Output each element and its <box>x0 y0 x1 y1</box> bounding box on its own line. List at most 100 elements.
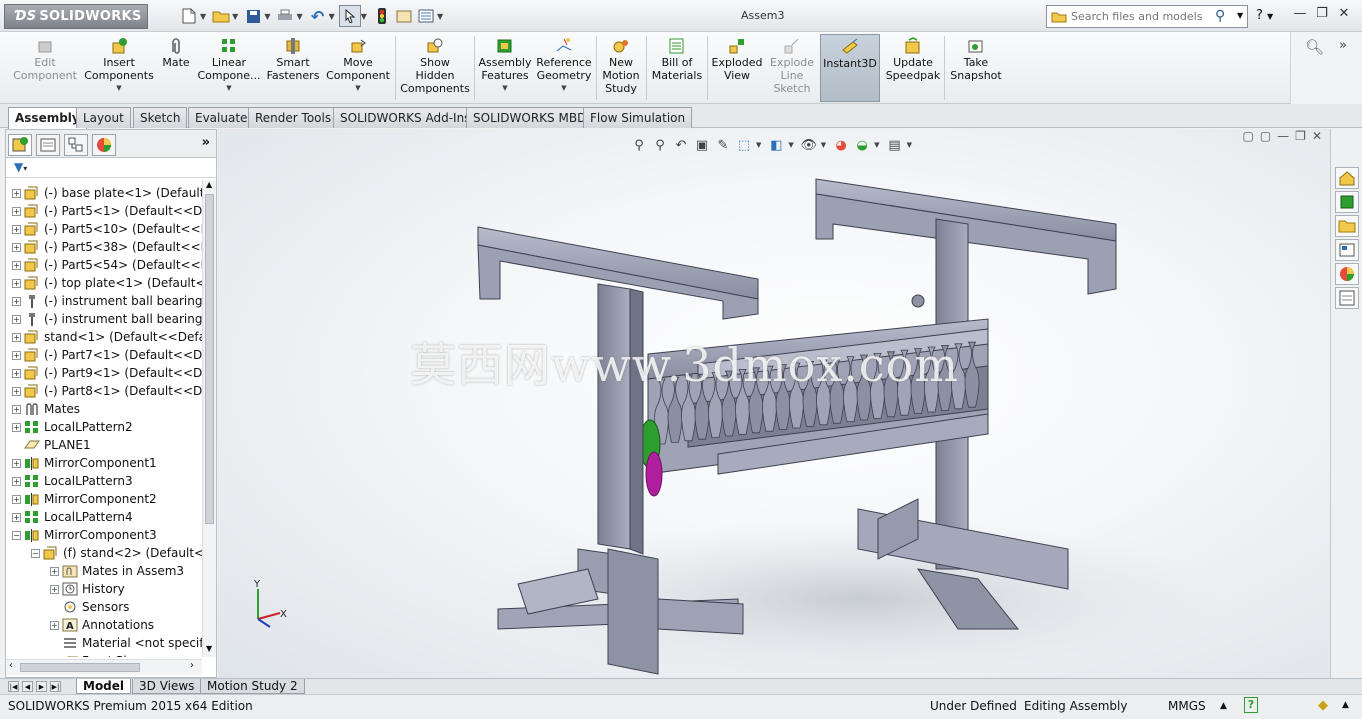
tree-item[interactable]: + MirrorComponent1 <box>12 454 157 472</box>
expand-toggle-icon[interactable]: + <box>12 386 21 396</box>
expand-toggle-icon[interactable]: + <box>50 620 59 630</box>
tree-item[interactable]: + LocalLPattern3 <box>12 472 133 490</box>
insert-components-button[interactable]: Insert Components ▼ <box>82 34 156 102</box>
search-icon[interactable]: ⚲ <box>1215 8 1225 24</box>
solidworks-logo[interactable]: ƊS SOLIDWORKS <box>4 4 148 29</box>
feature-tree-horizontal-scrollbar[interactable]: ‹ › <box>6 659 202 675</box>
exploded-view-button[interactable]: Exploded View <box>709 34 765 102</box>
expand-toggle-icon[interactable]: + <box>12 296 21 306</box>
configuration-manager-tab[interactable] <box>64 134 88 156</box>
search-box[interactable]: ⚲ ▼ <box>1046 5 1248 28</box>
update-speedpak-button[interactable]: Update Speedpak <box>884 34 942 102</box>
tree-item[interactable]: + stand<1> (Default<<Default <box>12 328 202 346</box>
tree-item[interactable]: Front Plane <box>50 652 149 657</box>
tab-evaluate[interactable]: Evaluate <box>188 107 255 128</box>
expand-toggle-icon[interactable]: + <box>12 422 21 432</box>
scroll-up-icon[interactable]: ▲ <box>206 180 212 189</box>
assembly-features-button[interactable]: Assembly Features ▼ <box>476 34 534 102</box>
tab-render-tools[interactable]: Render Tools <box>248 107 339 128</box>
expand-toggle-icon[interactable]: + <box>12 350 21 360</box>
custom-properties-icon[interactable] <box>1335 287 1359 309</box>
minimize-window-icon[interactable]: — <box>1290 6 1310 26</box>
options-icon[interactable] <box>415 5 437 27</box>
tab-layout[interactable]: Layout <box>76 107 131 128</box>
design-library-icon[interactable] <box>1335 191 1359 213</box>
graphics-area[interactable]: ⚲ ⚲ ↶ ▣ ✎ ⬚ ▼ ◧ ▼ 👁︎ ▼ ◕ ◒ ▼ ▤ ▼ ▢ ▢ — ❐ ✕ <box>218 129 1330 678</box>
expand-toggle-icon[interactable]: + <box>12 368 21 378</box>
scroll-right-icon[interactable]: › <box>190 660 194 671</box>
units-dropdown-icon[interactable]: ▲ <box>1220 701 1227 711</box>
scroll-thumb[interactable] <box>20 663 140 672</box>
display-manager-tab[interactable] <box>92 134 116 156</box>
show-hidden-components-button[interactable]: Show Hidden Components <box>398 34 472 102</box>
open-folder-icon[interactable] <box>210 5 232 27</box>
expand-panel-icon[interactable]: » <box>202 135 210 150</box>
move-component-dropdown-icon[interactable]: ▼ <box>355 82 360 95</box>
scroll-thumb[interactable] <box>205 194 214 524</box>
tree-item[interactable]: − (f) stand<2> (Default<<D <box>31 544 202 562</box>
tree-item[interactable]: + (-) Part7<1> (Default<<Defa <box>12 346 202 364</box>
expand-toggle-icon[interactable]: + <box>12 242 21 252</box>
tab-sketch[interactable]: Sketch <box>133 107 188 128</box>
expand-toggle-icon[interactable]: − <box>12 530 21 540</box>
options-dropdown-icon[interactable]: ▼ <box>437 12 443 21</box>
reference-geometry-dropdown-icon[interactable]: ▼ <box>561 82 566 95</box>
expand-toggle-icon[interactable]: + <box>12 260 21 270</box>
view-palette-icon[interactable] <box>1335 239 1359 261</box>
appearances-scenes-icon[interactable] <box>1335 263 1359 285</box>
status-dropdown-icon[interactable]: ▲ <box>1342 700 1349 710</box>
new-motion-study-button[interactable]: New Motion Study <box>598 34 644 102</box>
first-tab-icon[interactable]: |◀ <box>8 681 19 692</box>
save-icon[interactable] <box>242 5 264 27</box>
tree-item[interactable]: + Mates <box>12 400 80 418</box>
expand-toggle-icon[interactable]: + <box>12 314 21 324</box>
tree-item[interactable]: PLANE1 <box>12 436 91 454</box>
file-explorer-icon[interactable] <box>1335 215 1359 237</box>
expand-toggle-icon[interactable]: + <box>12 332 21 342</box>
next-tab-icon[interactable]: ▶ <box>36 681 47 692</box>
tab-flow-simulation[interactable]: Flow Simulation <box>583 107 693 128</box>
linear-pattern-dropdown-icon[interactable]: ▼ <box>226 82 231 95</box>
close-window-icon[interactable]: ✕ <box>1334 6 1354 26</box>
tree-item[interactable]: + (-) top plate<1> (Default<<D <box>12 274 202 292</box>
print-dropdown-icon[interactable]: ▼ <box>296 12 302 21</box>
tree-item[interactable]: + LocalLPattern2 <box>12 418 133 436</box>
feature-tree-vertical-scrollbar[interactable]: ▲ ▼ <box>202 180 216 657</box>
tree-item[interactable]: + (-) Part8<1> (Default<<Defa <box>12 382 202 400</box>
tree-item[interactable]: + (-) Part5<54> (Default<<Def <box>12 256 202 274</box>
expand-toggle-icon[interactable]: + <box>12 188 21 198</box>
expand-toggle-icon[interactable]: + <box>12 512 21 522</box>
help-icon[interactable]: ? ▼ <box>1256 8 1273 23</box>
search-dropdown-icon[interactable]: ▼ <box>1237 11 1243 20</box>
expand-toggle-icon[interactable]: + <box>12 458 21 468</box>
expand-toggle-icon[interactable]: + <box>50 566 59 576</box>
tree-item[interactable]: + MirrorComponent2 <box>12 490 157 508</box>
property-manager-tab[interactable] <box>36 134 60 156</box>
tab-model[interactable]: Model <box>76 679 132 694</box>
new-dropdown-icon[interactable]: ▼ <box>200 12 206 21</box>
expand-toggle-icon[interactable]: + <box>12 404 21 414</box>
expand-toggle-icon[interactable]: + <box>12 476 21 486</box>
tab-solidworks-add-ins[interactable]: SOLIDWORKS Add-Ins <box>333 107 478 128</box>
file-properties-icon[interactable] <box>393 5 415 27</box>
tree-item[interactable]: + History <box>50 580 125 598</box>
tab-3d-views[interactable]: 3D Views <box>132 679 202 694</box>
explode-line-sketch-button[interactable]: Explode Line Sketch <box>765 34 819 102</box>
magnifier-icon[interactable]: 🔍︎ <box>1305 38 1324 56</box>
linear-component-pattern-button[interactable]: Linear Compone... ▼ <box>196 34 262 102</box>
smart-fasteners-button[interactable]: Smart Fasteners <box>264 34 322 102</box>
mate-button[interactable]: Mate <box>158 34 194 102</box>
tree-item[interactable]: + Mates in Assem3 <box>50 562 184 580</box>
insert-components-dropdown-icon[interactable]: ▼ <box>116 82 121 95</box>
search-input[interactable] <box>1071 10 1221 23</box>
expand-toggle-icon[interactable]: − <box>31 548 40 558</box>
instant3d-button[interactable]: Instant3D <box>820 34 880 102</box>
tree-item[interactable]: + (-) instrument ball bearing_a <box>12 292 202 310</box>
undo-icon[interactable]: ↶ <box>307 5 329 27</box>
tree-item[interactable]: + (-) Part5<10> (Default<<Def <box>12 220 202 238</box>
tree-item[interactable]: + A Annotations <box>50 616 154 634</box>
restore-window-icon[interactable]: ❐ <box>1312 6 1332 26</box>
assembly-features-dropdown-icon[interactable]: ▼ <box>502 82 507 95</box>
unit-system-selector[interactable]: MMGS <box>1168 699 1206 713</box>
undo-dropdown-icon[interactable]: ▼ <box>329 12 335 21</box>
